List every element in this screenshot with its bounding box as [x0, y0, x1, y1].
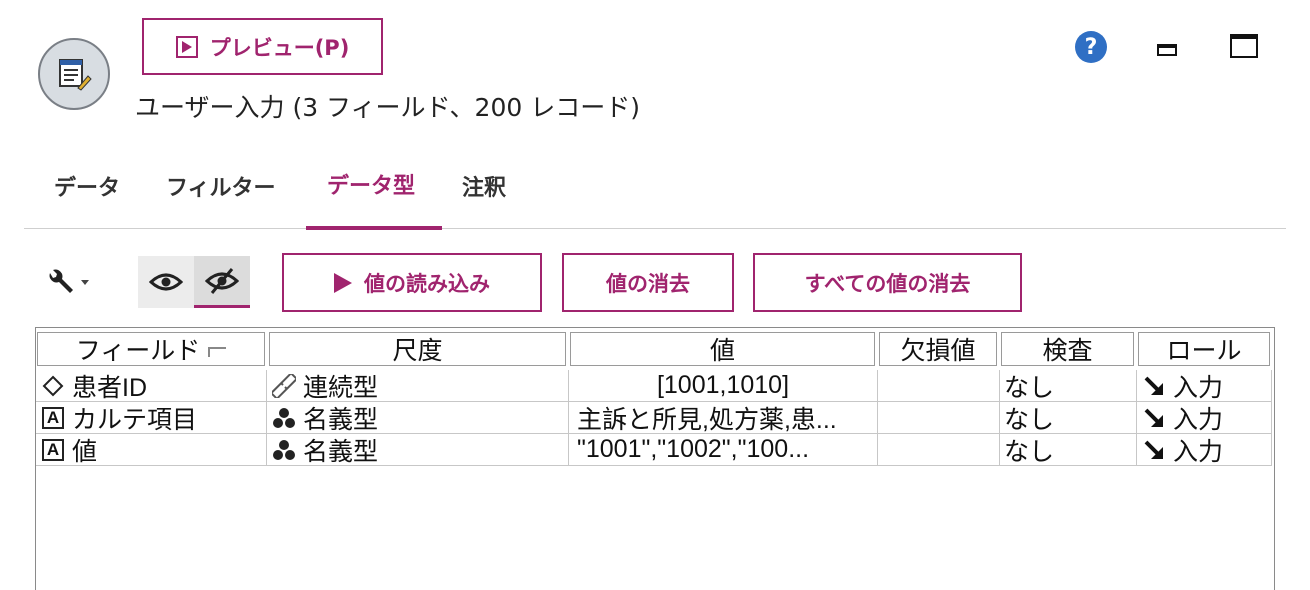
eye-icon [149, 273, 183, 291]
maximize-icon[interactable] [1230, 34, 1258, 58]
ruler-icon [271, 373, 297, 399]
column-header-values[interactable]: 値 [570, 332, 875, 366]
minimize-icon[interactable] [1157, 44, 1177, 56]
nominal-circles-icon [271, 405, 297, 431]
missing-cell[interactable] [878, 434, 1000, 466]
tab-filter[interactable]: フィルター [166, 170, 276, 202]
table-edit-icon [59, 59, 92, 91]
visibility-toggle-group [138, 256, 250, 308]
input-arrow-icon [1141, 405, 1167, 431]
preview-button[interactable]: プレビュー(P) [142, 18, 383, 75]
clear-all-values-label: すべての値の消去 [804, 271, 971, 296]
check-cell[interactable]: なし [1000, 370, 1137, 402]
user-input-node-icon [38, 38, 110, 110]
column-header-role[interactable]: ロール [1138, 332, 1270, 366]
check-cell[interactable]: なし [1000, 434, 1137, 466]
role-cell[interactable]: 入力 [1137, 434, 1272, 466]
clear-values-button[interactable]: 値の消去 [562, 253, 734, 312]
sort-icon [208, 347, 227, 357]
column-header-measure[interactable]: 尺度 [269, 332, 566, 366]
field-cell[interactable]: A値 [36, 434, 267, 466]
tab-divider [24, 228, 1286, 229]
string-a-icon: A [40, 405, 66, 431]
measure-cell[interactable]: 連続型 [267, 370, 569, 402]
read-values-label: 値の読み込み [364, 271, 490, 296]
tab-annotations[interactable]: 注釈 [462, 170, 506, 202]
continuous-diamond-icon [40, 373, 66, 399]
preview-label: プレビュー(P) [209, 35, 350, 60]
tab-data[interactable]: データ [54, 170, 120, 202]
nominal-circles-icon [271, 437, 297, 463]
eye-slash-icon [205, 267, 239, 294]
input-arrow-icon [1141, 373, 1167, 399]
table-row[interactable]: A カルテ項目 名義型 主訴と所見,処方薬,患... なし 入力 [36, 402, 1272, 434]
node-title: ユーザー入力 (3 フィールド、200 レコード) [135, 93, 640, 122]
string-a-icon: A [40, 437, 66, 463]
help-icon[interactable]: ? [1075, 31, 1107, 63]
values-cell[interactable]: 主訴と所見,処方薬,患... [569, 402, 878, 434]
field-cell[interactable]: A カルテ項目 [36, 402, 267, 434]
role-cell[interactable]: 入力 [1137, 370, 1272, 402]
tools-menu-button[interactable] [46, 265, 98, 299]
read-values-button[interactable]: 値の読み込み [282, 253, 542, 312]
clear-all-values-button[interactable]: すべての値の消去 [753, 253, 1022, 312]
tab-types[interactable]: データ型 [327, 168, 415, 200]
column-header-check[interactable]: 検査 [1001, 332, 1134, 366]
measure-cell[interactable]: 名義型 [267, 402, 569, 434]
play-icon [334, 272, 352, 293]
table-row[interactable]: A値 名義型 "1001","1002","100... なし 入力 [36, 434, 1272, 466]
check-cell[interactable]: なし [1000, 402, 1137, 434]
values-cell[interactable]: [1001,1010] [569, 370, 878, 402]
clear-values-label: 値の消去 [606, 271, 690, 296]
wrench-icon [49, 269, 73, 293]
column-header-missing[interactable]: 欠損値 [879, 332, 997, 366]
input-arrow-icon [1141, 437, 1167, 463]
table-row[interactable]: 患者ID 連続型 [1001,1010] なし 入力 [36, 370, 1272, 402]
field-cell[interactable]: 患者ID [36, 370, 267, 402]
show-fields-button[interactable] [138, 256, 194, 308]
measure-cell[interactable]: 名義型 [267, 434, 569, 466]
column-header-field[interactable]: フィールド [37, 332, 265, 366]
chevron-down-icon [81, 280, 89, 285]
active-tab-indicator [306, 226, 442, 230]
values-cell[interactable]: "1001","1002","100... [569, 434, 878, 466]
hide-fields-button[interactable] [194, 256, 250, 308]
missing-cell[interactable] [878, 370, 1000, 402]
missing-cell[interactable] [878, 402, 1000, 434]
play-icon [175, 35, 198, 58]
role-cell[interactable]: 入力 [1137, 402, 1272, 434]
